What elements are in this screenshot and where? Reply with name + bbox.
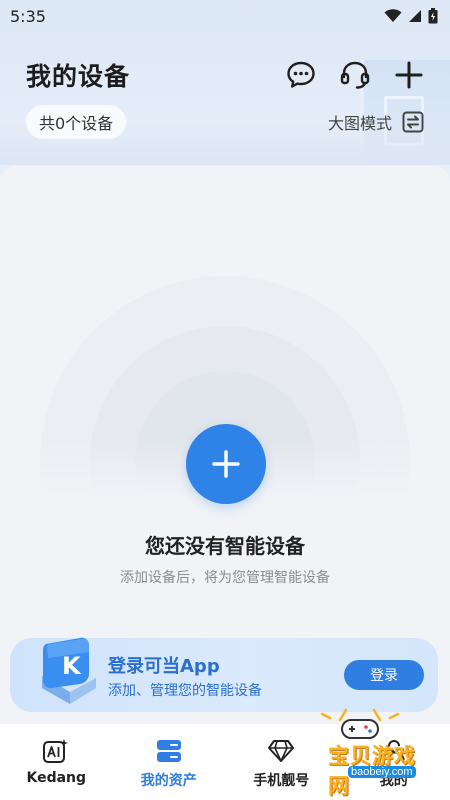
battery-icon	[428, 8, 438, 24]
nav-item-assets[interactable]: 我的资产	[119, 738, 219, 790]
message-button[interactable]	[284, 58, 318, 92]
view-mode-label: 大图模式	[327, 114, 392, 133]
add-device-button[interactable]	[186, 424, 266, 504]
message-icon	[287, 61, 315, 88]
login-banner[interactable]: K 登录可当App 添加、管理您的智能设备 登录	[10, 637, 438, 712]
customer-service-button[interactable]	[338, 58, 372, 92]
swap-icon	[402, 111, 424, 133]
plus-icon	[395, 61, 423, 89]
diamond-icon	[268, 740, 295, 762]
status-time: 5:35	[10, 6, 46, 26]
headset-icon	[340, 61, 370, 89]
plus-icon	[212, 450, 240, 478]
nav-label: Kedang	[26, 770, 87, 786]
nav-item-kedang[interactable]: Kedang	[6, 738, 106, 786]
wifi-icon	[384, 9, 402, 22]
app-header: 我的设备	[0, 50, 450, 100]
status-icons	[384, 8, 438, 24]
empty-state-title: 您还没有智能设备	[145, 534, 305, 558]
login-banner-subtitle: 添加、管理您的智能设备	[108, 683, 262, 699]
view-mode-toggle[interactable]: 大图模式	[328, 108, 424, 136]
empty-state-subtitle: 添加设备后，将为您管理智能设备	[120, 570, 330, 586]
ai-icon	[43, 739, 69, 763]
header-actions	[284, 58, 426, 92]
login-banner-title: 登录可当App	[108, 656, 220, 677]
assets-icon	[156, 740, 181, 762]
nav-label: 我的资产	[140, 773, 197, 789]
site-watermark: 宝贝游戏网 baobeiy.com	[300, 706, 420, 798]
login-button[interactable]: 登录	[344, 660, 424, 690]
signal-icon	[409, 10, 421, 22]
add-button[interactable]	[392, 58, 426, 92]
app-logo-icon: K	[42, 637, 96, 704]
status-bar: 5:35	[0, 0, 450, 32]
page-title: 我的设备	[26, 62, 131, 91]
watermark-url: baobeiy.com	[348, 766, 416, 778]
device-count-badge: 共0个设备	[26, 105, 127, 139]
app-logo-letter: K	[62, 652, 82, 680]
